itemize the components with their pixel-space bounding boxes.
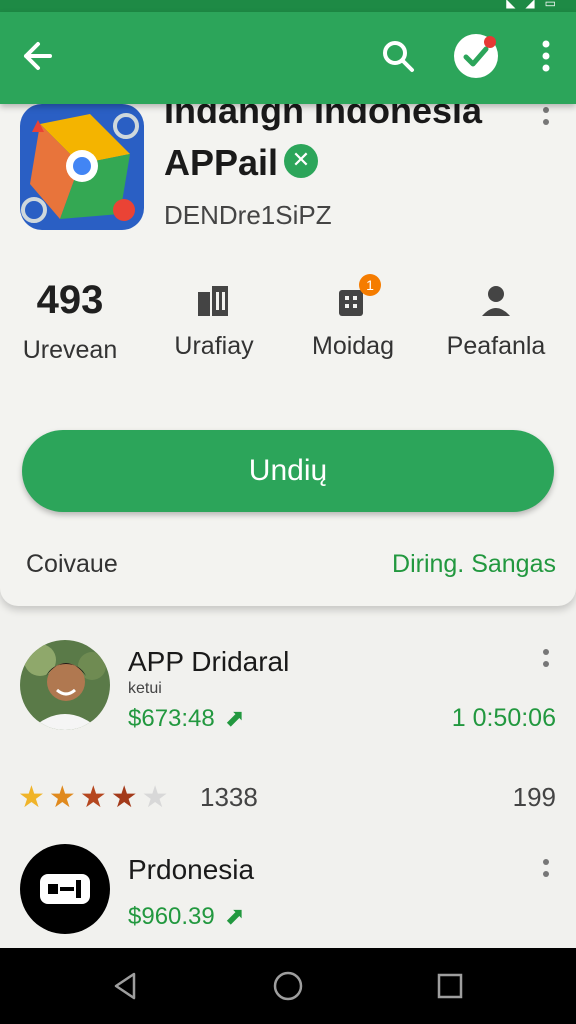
list-item-price: $673:48 ⬈ — [128, 704, 245, 733]
stat-value: 493 — [36, 278, 104, 322]
trend-up-icon: ⬈ — [224, 704, 245, 732]
star-empty-icon: ★ — [141, 780, 169, 815]
more-vertical-icon[interactable] — [538, 858, 554, 884]
list-item-subtitle: ketui — [128, 680, 162, 697]
price-value: $960.39 — [128, 903, 215, 930]
stat-reviews: 493 Urevean — [0, 276, 140, 365]
signal-icon: ◢ — [525, 0, 535, 10]
stat-label: Moidag — [312, 332, 394, 360]
stat-messages[interactable]: 1 Moidag — [283, 274, 423, 361]
footer-left-label: Coivaue — [26, 550, 118, 578]
search-icon[interactable] — [380, 38, 416, 74]
app-logo-icon — [20, 104, 144, 230]
footer-right-link[interactable]: Diring. Sangas — [392, 550, 556, 579]
app-developer-code: DENDre1SiPZ — [164, 200, 332, 230]
install-button[interactable]: Undių — [22, 430, 554, 512]
trend-up-icon: ⬈ — [224, 902, 245, 930]
rating-count: 1338 — [200, 782, 258, 812]
notification-badge: 1 — [359, 274, 381, 296]
person-icon — [476, 280, 516, 320]
stat-label: Urevean — [22, 336, 118, 364]
battery-icon: ▭ — [544, 0, 556, 10]
circle-home-icon[interactable] — [272, 970, 304, 1002]
list-item-title: Prdonesia — [128, 854, 255, 885]
briefcase-icon: 1 — [333, 274, 381, 320]
system-nav-bar — [0, 948, 576, 1024]
back-arrow-icon[interactable] — [22, 38, 54, 74]
star-icon: ★ — [18, 780, 45, 815]
stat-profile[interactable]: Peafanla — [426, 276, 566, 361]
triangle-back-icon[interactable] — [110, 970, 142, 1002]
check-circle-icon[interactable] — [454, 34, 498, 78]
stat-label: Urafiay — [174, 332, 254, 360]
wifi-icon: ◣ — [506, 0, 516, 10]
building-icon — [194, 280, 234, 320]
app-bar — [0, 12, 576, 104]
more-vertical-icon[interactable] — [538, 648, 554, 674]
status-icons: ◣ ◢ ▭ — [506, 0, 556, 10]
price-value: $673:48 — [128, 705, 215, 732]
square-recents-icon[interactable] — [434, 970, 466, 1002]
star-icon: ★ — [79, 780, 107, 815]
verified-badge-icon: ✕ — [284, 144, 318, 178]
app-logo-icon — [20, 844, 110, 934]
app-header-card: Indangn Indonesia APPail ✕ DENDre1SiPZ 4… — [0, 90, 576, 606]
list-item-price: $960.39 ⬈ — [128, 902, 245, 931]
avatar — [20, 640, 110, 730]
list-item-time: 1 0:50:06 — [451, 704, 556, 732]
status-bar: ◣ ◢ ▭ — [0, 0, 576, 12]
rating-stars: ★ ★ ★ ★ ★ — [18, 780, 169, 815]
star-icon: ★ — [110, 780, 138, 815]
star-icon: ★ — [48, 780, 76, 815]
more-vertical-icon[interactable] — [536, 38, 556, 74]
stat-category[interactable]: Urafiay — [144, 276, 284, 361]
list-item-title: APP Dridaral — [128, 646, 290, 677]
app-subtitle: APPail — [164, 142, 279, 183]
notification-dot — [484, 36, 496, 48]
more-vertical-icon[interactable] — [538, 106, 554, 132]
rating-side-value: 199 — [512, 782, 556, 812]
stat-label: Peafanla — [446, 332, 546, 360]
